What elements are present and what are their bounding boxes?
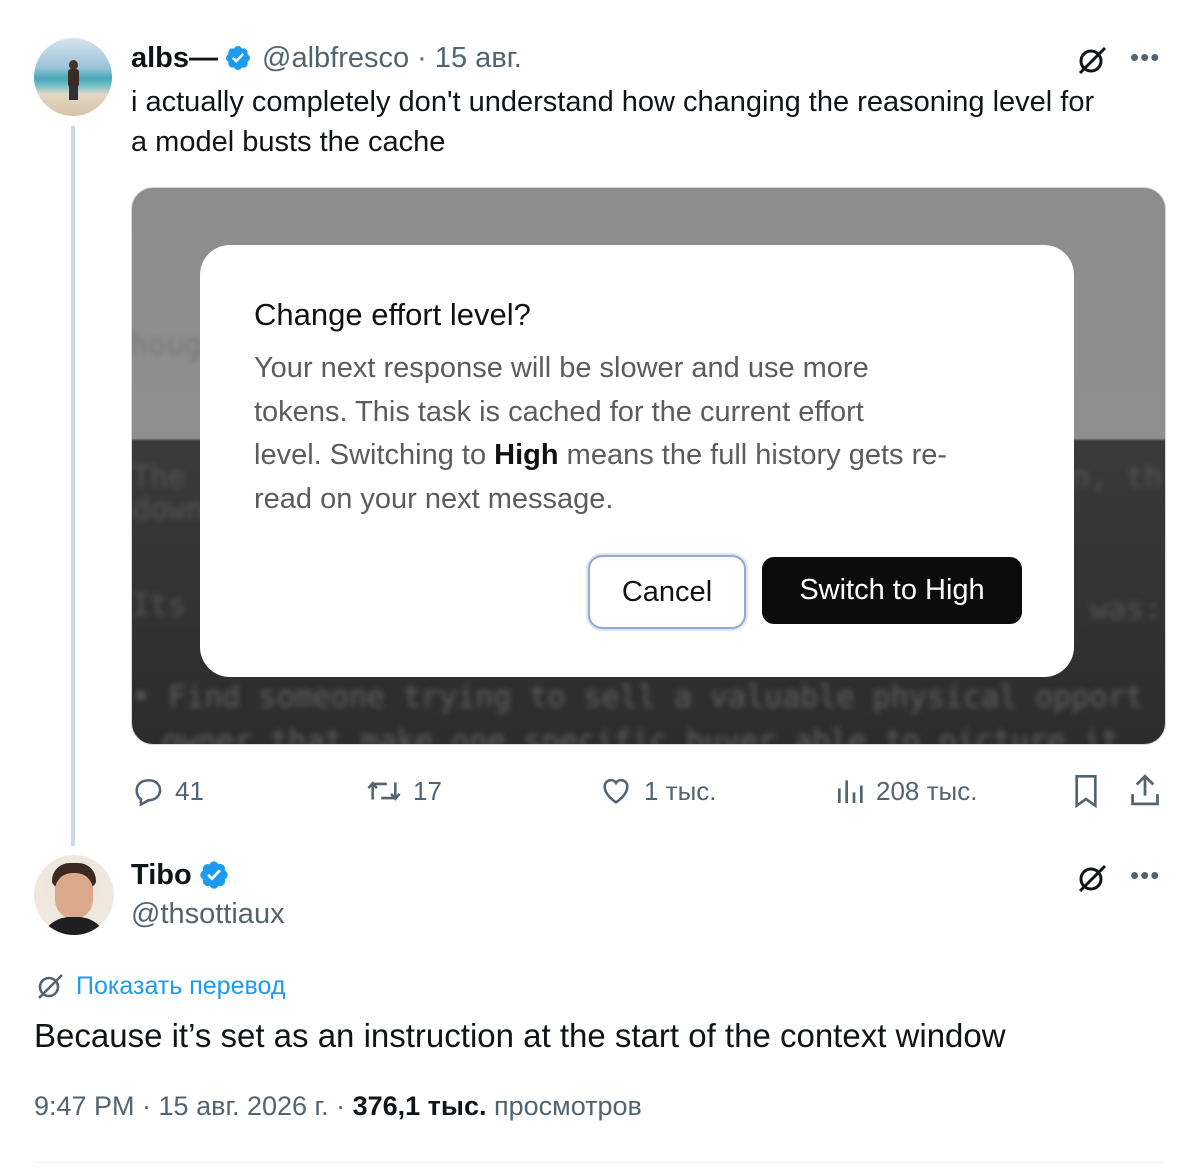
- dialog-body-line: level. Switching to High means the full …: [254, 434, 1044, 478]
- views-action[interactable]: 208 тыс.: [834, 772, 977, 810]
- blurred-text: owner that make one specific buyer able …: [162, 724, 1120, 745]
- bookmark-icon[interactable]: [1070, 772, 1102, 810]
- dialog-body-emphasis: High: [494, 439, 559, 471]
- reply-action[interactable]: 41: [131, 772, 204, 810]
- blurred-text: down: [132, 492, 205, 527]
- blurred-text: n, th: [1072, 460, 1163, 495]
- tweet-text-line: a model busts the cache: [131, 126, 446, 158]
- more-options-icon[interactable]: •••: [1130, 860, 1160, 891]
- tweet-meta: 9:47 PM · 15 авг. 2026 г. · 376,1 тыс. п…: [34, 1091, 642, 1122]
- blurred-text: houg: [131, 328, 203, 363]
- tweet-text: Because it’s set as an instruction at th…: [34, 1017, 1006, 1054]
- repost-action[interactable]: 17: [365, 772, 442, 810]
- reply-count: 41: [175, 775, 204, 806]
- tweet-header: Tibo: [131, 855, 230, 895]
- avatar[interactable]: [34, 38, 112, 116]
- tweet-text: i actually completely don't understand h…: [131, 82, 1094, 162]
- dialog-body-line: Your next response will be slower and us…: [254, 352, 869, 384]
- divider: [34, 1162, 1164, 1163]
- views-icon: [838, 780, 863, 803]
- avatar[interactable]: [34, 855, 114, 935]
- grok-icon[interactable]: [1076, 862, 1108, 894]
- like-action[interactable]: 1 тыс.: [598, 772, 717, 810]
- cancel-button[interactable]: Cancel: [588, 555, 746, 629]
- author-name[interactable]: albs—: [131, 42, 218, 75]
- tweet-text-line: i actually completely don't understand h…: [131, 86, 1095, 118]
- reply-icon: [135, 779, 162, 807]
- heart-icon: [603, 778, 629, 804]
- grok-icon[interactable]: [1076, 44, 1108, 76]
- author-handle[interactable]: @thsottiaux: [131, 898, 285, 931]
- repost-count: 17: [413, 775, 442, 806]
- tweet-timestamp[interactable]: 9:47 PM · 15 авг. 2026 г. ·: [34, 1091, 353, 1121]
- like-count: 1 тыс.: [644, 775, 717, 806]
- repost-icon: [367, 781, 401, 801]
- views-label: просмотров: [486, 1091, 642, 1121]
- share-icon[interactable]: [1128, 772, 1162, 808]
- verified-badge-icon: [226, 46, 250, 70]
- effort-dialog: Change effort level? Your next response …: [200, 245, 1074, 677]
- blurred-text: was:: [1090, 592, 1163, 627]
- verified-badge-icon: [200, 861, 228, 889]
- author-name[interactable]: Tibo: [131, 859, 192, 892]
- dialog-body-fragment: level. Switching to: [254, 439, 495, 471]
- author-handle[interactable]: @albfresco: [262, 42, 409, 75]
- dialog-body-fragment: means the full history gets re-: [558, 439, 948, 471]
- blurred-text: • Find someone trying to sell a valuable…: [132, 680, 1144, 715]
- more-options-icon[interactable]: •••: [1130, 42, 1160, 73]
- dialog-body-line: tokens. This task is cached for the curr…: [254, 395, 864, 428]
- tweet-header: albs— @albfresco · 15 авг.: [131, 38, 522, 78]
- dialog-body: Your next response will be slower and us…: [254, 347, 1044, 521]
- blurred-text: Its: [132, 588, 187, 623]
- tweet-date[interactable]: · 15 авг.: [417, 42, 522, 75]
- blurred-text: The: [132, 460, 187, 495]
- dialog-title: Change effort level?: [254, 297, 531, 332]
- show-translation-link[interactable]: Показать перевод: [34, 970, 285, 1002]
- views-count: 376,1 тыс.: [352, 1091, 487, 1121]
- translate-label[interactable]: Показать перевод: [76, 972, 285, 1001]
- thread-connector-line: [71, 126, 75, 846]
- dialog-body-line: read on your next message.: [254, 482, 614, 515]
- grok-translate-icon: [38, 974, 63, 999]
- views-count: 208 тыс.: [876, 775, 978, 806]
- switch-to-high-button[interactable]: Switch to High: [762, 557, 1022, 624]
